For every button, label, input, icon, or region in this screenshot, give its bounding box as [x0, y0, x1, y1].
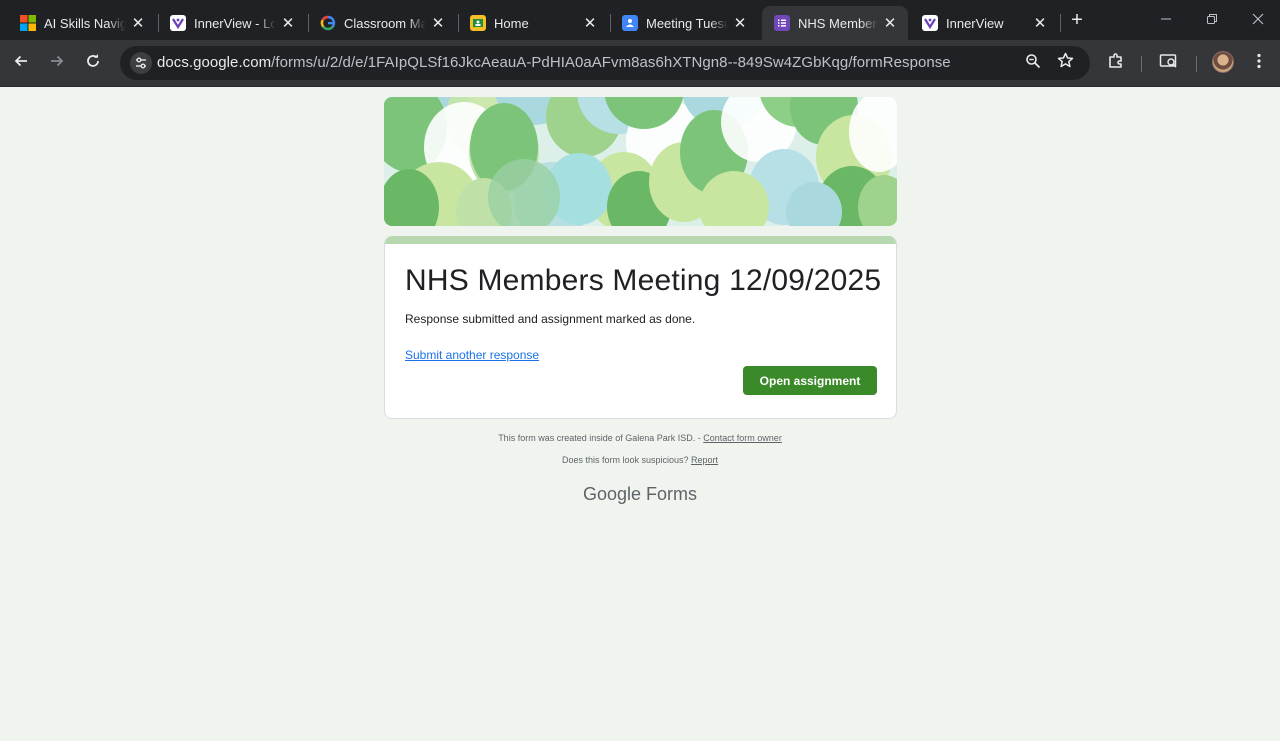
google-icon — [320, 15, 336, 31]
form-page: NHS Members Meeting 12/09/2025 Response … — [0, 88, 1280, 741]
extensions-button[interactable] — [1103, 50, 1129, 76]
user-doc-icon — [622, 15, 638, 31]
close-icon[interactable]: ✕ — [430, 15, 446, 32]
tab-ai-skills[interactable]: AI Skills Navigator ✕ — [8, 6, 156, 40]
reload-icon — [85, 53, 101, 74]
tab-meeting-tuesday[interactable]: Meeting Tuesday ✕ — [610, 6, 758, 40]
form-title: NHS Members Meeting 12/09/2025 — [405, 264, 882, 297]
created-text: This form was created inside of Galena P… — [498, 433, 704, 443]
more-vert-icon — [1257, 53, 1261, 74]
open-assignment-button[interactable]: Open assignment — [743, 366, 877, 395]
balloons-illustration — [384, 97, 897, 226]
arrow-right-icon — [49, 53, 65, 74]
url-host: docs.google.com — [157, 54, 272, 71]
zoom-out-icon — [1025, 53, 1041, 74]
close-icon[interactable]: ✕ — [582, 15, 598, 32]
form-origin-note: This form was created inside of Galena P… — [0, 433, 1280, 443]
toolbar-separator — [1196, 56, 1197, 72]
address-bar[interactable]: docs.google.com/forms/u/2/d/e/1FAIpQLSf1… — [120, 46, 1090, 80]
site-settings-icon[interactable] — [130, 52, 152, 74]
browser-menu-button[interactable] — [1246, 50, 1272, 76]
tab-strip: AI Skills Navigator ✕ InnerView - Login … — [0, 0, 1280, 40]
submit-another-link[interactable]: Submit another response — [405, 348, 539, 362]
forms-icon — [774, 15, 790, 31]
forward-button[interactable] — [44, 50, 70, 76]
report-note: Does this form look suspicious? Report — [0, 455, 1280, 465]
tab-separator — [1060, 14, 1061, 32]
microsoft-icon — [20, 15, 36, 31]
tab-title: AI Skills Navigator — [44, 15, 126, 31]
back-button[interactable] — [8, 50, 34, 76]
close-icon[interactable]: ✕ — [1032, 15, 1048, 32]
innerview-icon — [922, 15, 938, 31]
tab-title: NHS Members — [798, 15, 878, 31]
tab-search-button[interactable] — [1156, 50, 1182, 76]
tab-innerview[interactable]: InnerView ✕ — [910, 6, 1058, 40]
close-window-button[interactable] — [1238, 6, 1278, 34]
confirmation-message: Response submitted and assignment marked… — [405, 312, 696, 326]
form-response-card: NHS Members Meeting 12/09/2025 Response … — [384, 236, 897, 419]
minimize-icon — [1160, 12, 1172, 29]
tab-title: Home — [494, 15, 529, 31]
tab-title: Meeting Tuesday — [646, 15, 728, 31]
tab-title: Classroom Management — [344, 15, 426, 31]
contact-owner-link[interactable]: Contact form owner — [703, 433, 782, 443]
minimize-button[interactable] — [1146, 6, 1186, 34]
new-tab-button[interactable]: + — [1066, 8, 1088, 32]
close-icon[interactable]: ✕ — [732, 15, 748, 32]
tab-nhs-members[interactable]: NHS Members ✕ — [762, 6, 908, 40]
zoom-button[interactable] — [1020, 50, 1046, 76]
browser-toolbar: docs.google.com/forms/u/2/d/e/1FAIpQLSf1… — [0, 40, 1280, 87]
innerview-icon — [170, 15, 186, 31]
profile-avatar[interactable] — [1212, 51, 1234, 73]
puzzle-icon — [1107, 52, 1125, 75]
report-link[interactable]: Report — [691, 455, 718, 465]
forms-wordmark: Forms — [646, 484, 698, 504]
close-icon — [1252, 12, 1264, 29]
tab-home[interactable]: Home ✕ — [458, 6, 608, 40]
tab-classroom-management[interactable]: Classroom Management ✕ — [308, 6, 456, 40]
restore-button[interactable] — [1192, 6, 1232, 34]
bookmark-button[interactable] — [1052, 50, 1078, 76]
suspicious-text: Does this form look suspicious? — [561, 455, 692, 465]
classroom-icon — [470, 15, 486, 31]
close-icon[interactable]: ✕ — [882, 15, 898, 32]
google-forms-logo[interactable]: Google Forms — [0, 484, 1280, 505]
card-accent-bar — [385, 236, 896, 244]
url-path: /forms/u/2/d/e/1FAIpQLSf16JkcAeauA-PdHIA… — [271, 54, 951, 71]
form-header-image — [384, 97, 897, 226]
plus-icon: + — [1071, 8, 1083, 31]
close-icon[interactable]: ✕ — [280, 15, 296, 32]
tab-title: InnerView — [946, 15, 1004, 31]
tab-title: InnerView - Login — [194, 15, 276, 31]
cast-search-icon — [1159, 52, 1179, 75]
star-icon — [1057, 52, 1074, 74]
arrow-left-icon — [13, 53, 29, 74]
close-icon[interactable]: ✕ — [130, 15, 146, 32]
reload-button[interactable] — [80, 50, 106, 76]
toolbar-separator — [1141, 56, 1142, 72]
google-wordmark: Google — [582, 484, 642, 504]
tab-innerview-login[interactable]: InnerView - Login ✕ — [158, 6, 306, 40]
url-text[interactable]: docs.google.com/forms/u/2/d/e/1FAIpQLSf1… — [157, 54, 951, 71]
restore-icon — [1206, 12, 1218, 29]
